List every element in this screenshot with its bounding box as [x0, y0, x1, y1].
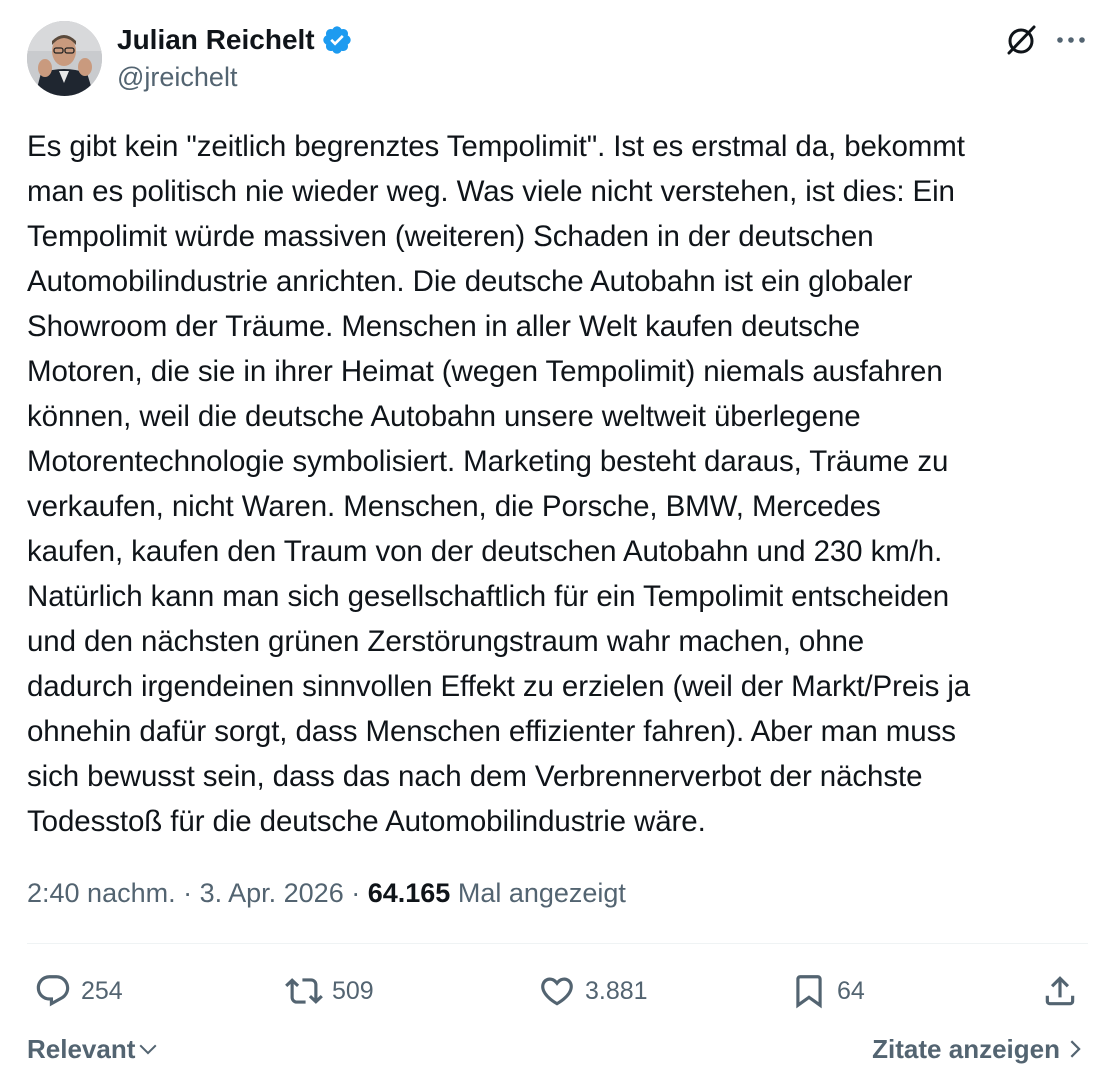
views-count: 64.165 — [367, 878, 451, 908]
sort-dropdown[interactable]: Relevant — [27, 1030, 159, 1068]
repost-count: 509 — [332, 976, 374, 1005]
verified-badge-icon — [322, 26, 351, 54]
share-icon — [1045, 976, 1075, 1006]
meta-separator: · — [175, 878, 200, 908]
tweet-time[interactable]: 2:40 nachm. — [27, 878, 176, 908]
sort-label: Relevant — [27, 1034, 136, 1064]
repost-button[interactable]: 509 — [285, 966, 374, 1016]
share-button[interactable] — [1041, 966, 1079, 1016]
heart-icon — [541, 977, 573, 1006]
reply-icon — [36, 975, 70, 1007]
avatar-image — [27, 21, 102, 96]
like-count: 3.881 — [585, 976, 648, 1005]
bookmark-button[interactable]: 64 — [790, 966, 865, 1016]
avatar[interactable] — [27, 21, 102, 96]
tweet-meta: 2:40 nachm. · 3. Apr. 2026 · 64.165 Mal … — [27, 874, 626, 912]
reply-count: 254 — [81, 976, 123, 1005]
views-label: Mal angezeigt — [457, 878, 626, 908]
bookmark-icon — [796, 975, 822, 1009]
view-quotes-link[interactable]: Zitate anzeigen — [872, 1030, 1086, 1068]
author-name[interactable]: Julian Reichelt — [117, 22, 315, 58]
grok-icon[interactable] — [1003, 22, 1039, 58]
tweet-text: Es gibt kein "zeitlich begrenztes Tempol… — [27, 130, 971, 838]
quotes-label: Zitate anzeigen — [872, 1034, 1060, 1064]
like-button[interactable]: 3.881 — [538, 966, 648, 1016]
chevron-right-icon — [1070, 1040, 1081, 1058]
tweet-date[interactable]: 3. Apr. 2026 — [200, 878, 344, 908]
chevron-down-icon — [139, 1044, 157, 1055]
divider — [27, 943, 1088, 944]
more-icon[interactable] — [1054, 26, 1088, 54]
repost-icon — [285, 978, 323, 1004]
reply-button[interactable]: 254 — [34, 966, 123, 1016]
bookmark-count: 64 — [837, 976, 865, 1005]
author-name-row[interactable]: Julian Reichelt — [117, 22, 353, 58]
author-handle[interactable]: @jreichelt — [117, 60, 237, 94]
meta-separator-2: · — [343, 878, 368, 908]
